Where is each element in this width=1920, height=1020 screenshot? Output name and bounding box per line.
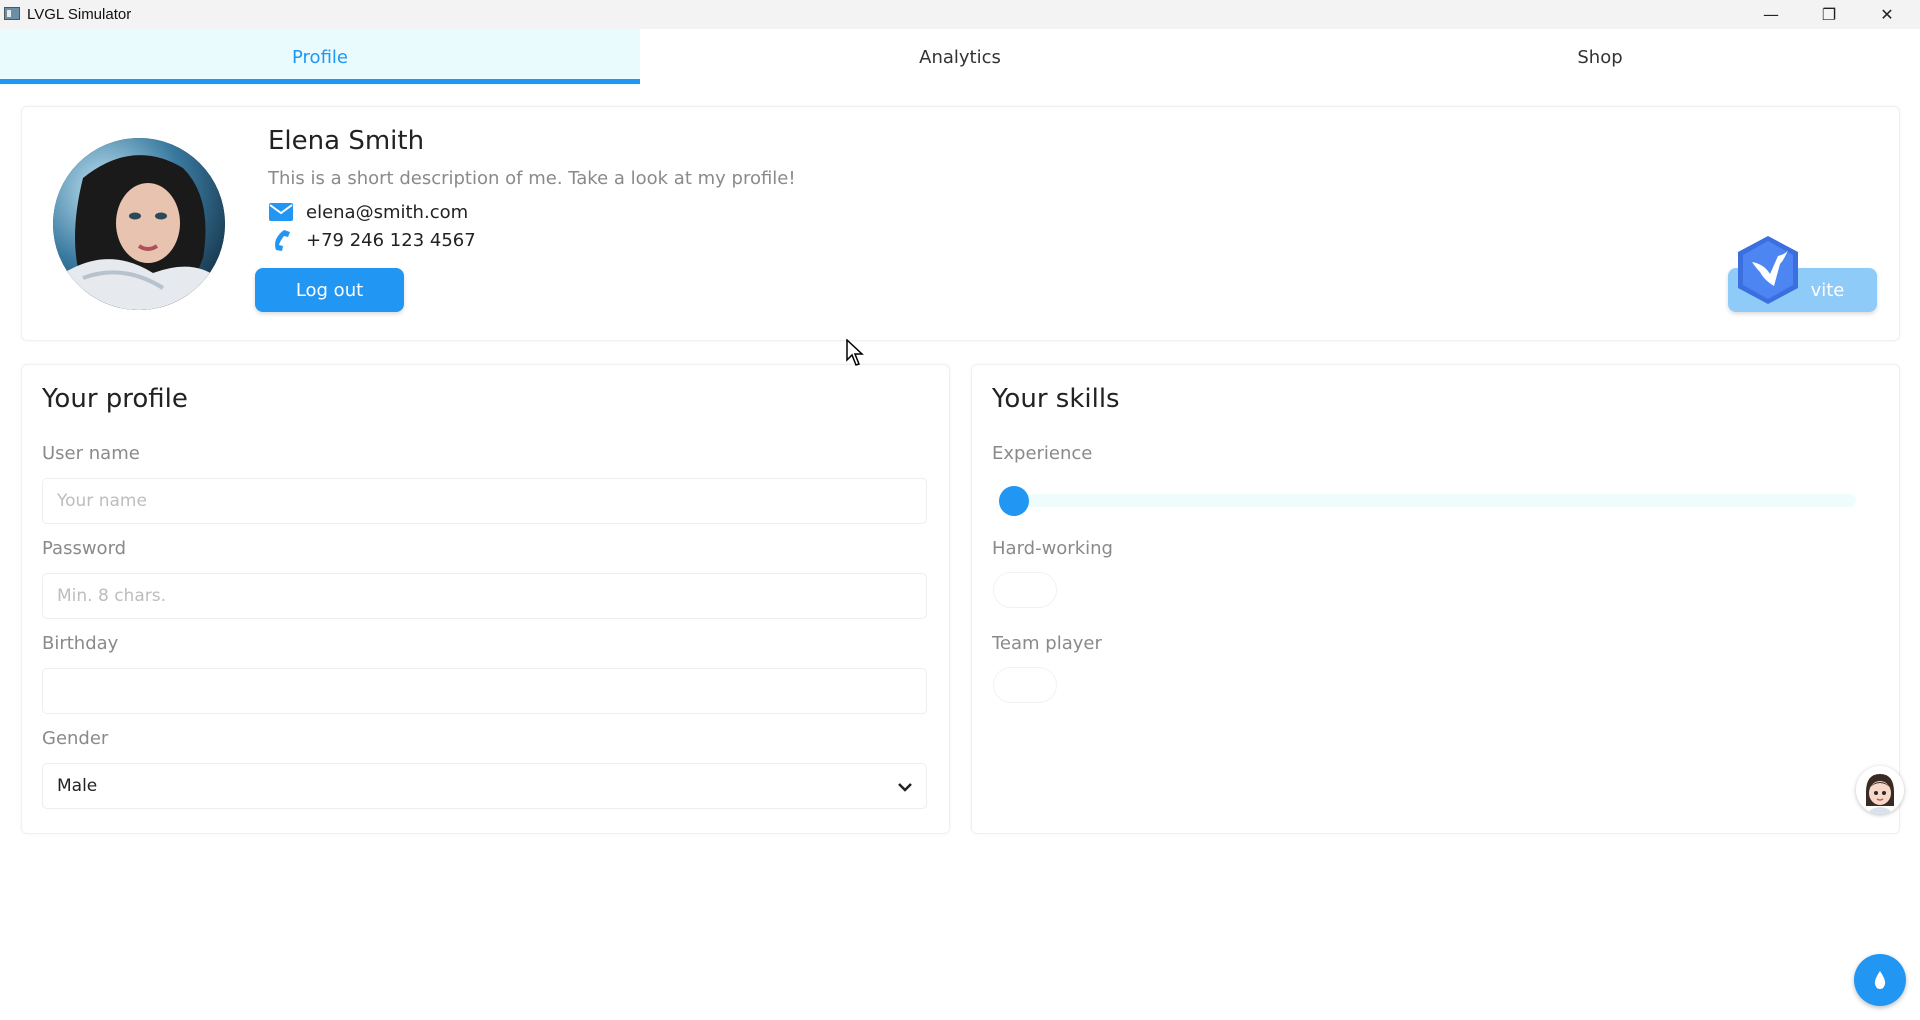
password-label: Password <box>42 538 127 559</box>
your-profile-title: Your profile <box>42 384 188 414</box>
phone-row: +79 246 123 4567 <box>268 229 476 251</box>
bird-logo-icon[interactable] <box>1734 234 1802 306</box>
close-button[interactable]: ✕ <box>1858 0 1916 29</box>
tab-bar: Profile Analytics Shop <box>0 29 1920 85</box>
water-drop-icon <box>1874 971 1886 989</box>
theme-fab-button[interactable] <box>1854 954 1906 1006</box>
your-skills-card <box>971 364 1900 834</box>
logout-button[interactable]: Log out <box>255 268 404 312</box>
window-title: LVGL Simulator <box>27 6 132 23</box>
envelope-icon <box>269 203 293 221</box>
experience-label: Experience <box>992 443 1093 464</box>
birthday-label: Birthday <box>42 633 119 654</box>
email-row: elena@smith.com <box>268 201 468 223</box>
window-titlebar: LVGL Simulator — ❐ ✕ <box>0 0 1920 29</box>
your-skills-title: Your skills <box>992 384 1120 414</box>
chevron-down-icon <box>898 783 912 792</box>
password-input[interactable]: Min. 8 chars. <box>42 573 927 619</box>
phone-icon <box>275 230 290 251</box>
experience-slider-track[interactable] <box>1010 494 1856 507</box>
tab-shop[interactable]: Shop <box>1280 29 1920 85</box>
hardworking-label: Hard-working <box>992 538 1113 559</box>
teamplayer-label: Team player <box>992 633 1102 654</box>
active-tab-indicator <box>0 79 640 84</box>
gender-label: Gender <box>42 728 109 749</box>
phone-text: +79 246 123 4567 <box>306 229 476 251</box>
minimize-button[interactable]: — <box>1742 0 1800 29</box>
birthday-input[interactable] <box>42 668 927 714</box>
app-icon <box>4 7 20 20</box>
assistant-avatar[interactable] <box>1856 766 1904 814</box>
gender-value: Male <box>57 776 98 796</box>
avatar <box>53 138 225 310</box>
tab-analytics[interactable]: Analytics <box>640 29 1280 85</box>
username-input[interactable]: Your name <box>42 478 927 524</box>
email-text: elena@smith.com <box>306 201 469 223</box>
profile-name: Elena Smith <box>268 126 425 156</box>
gender-select[interactable]: Male <box>42 763 927 809</box>
experience-slider-knob[interactable] <box>999 486 1029 516</box>
tab-profile[interactable]: Profile <box>0 29 640 85</box>
mouse-cursor-icon <box>846 339 864 366</box>
hardworking-switch[interactable] <box>993 572 1057 608</box>
username-label: User name <box>42 443 140 464</box>
maximize-button[interactable]: ❐ <box>1800 0 1858 29</box>
profile-description: This is a short description of me. Take … <box>268 168 796 189</box>
teamplayer-switch[interactable] <box>993 667 1057 703</box>
